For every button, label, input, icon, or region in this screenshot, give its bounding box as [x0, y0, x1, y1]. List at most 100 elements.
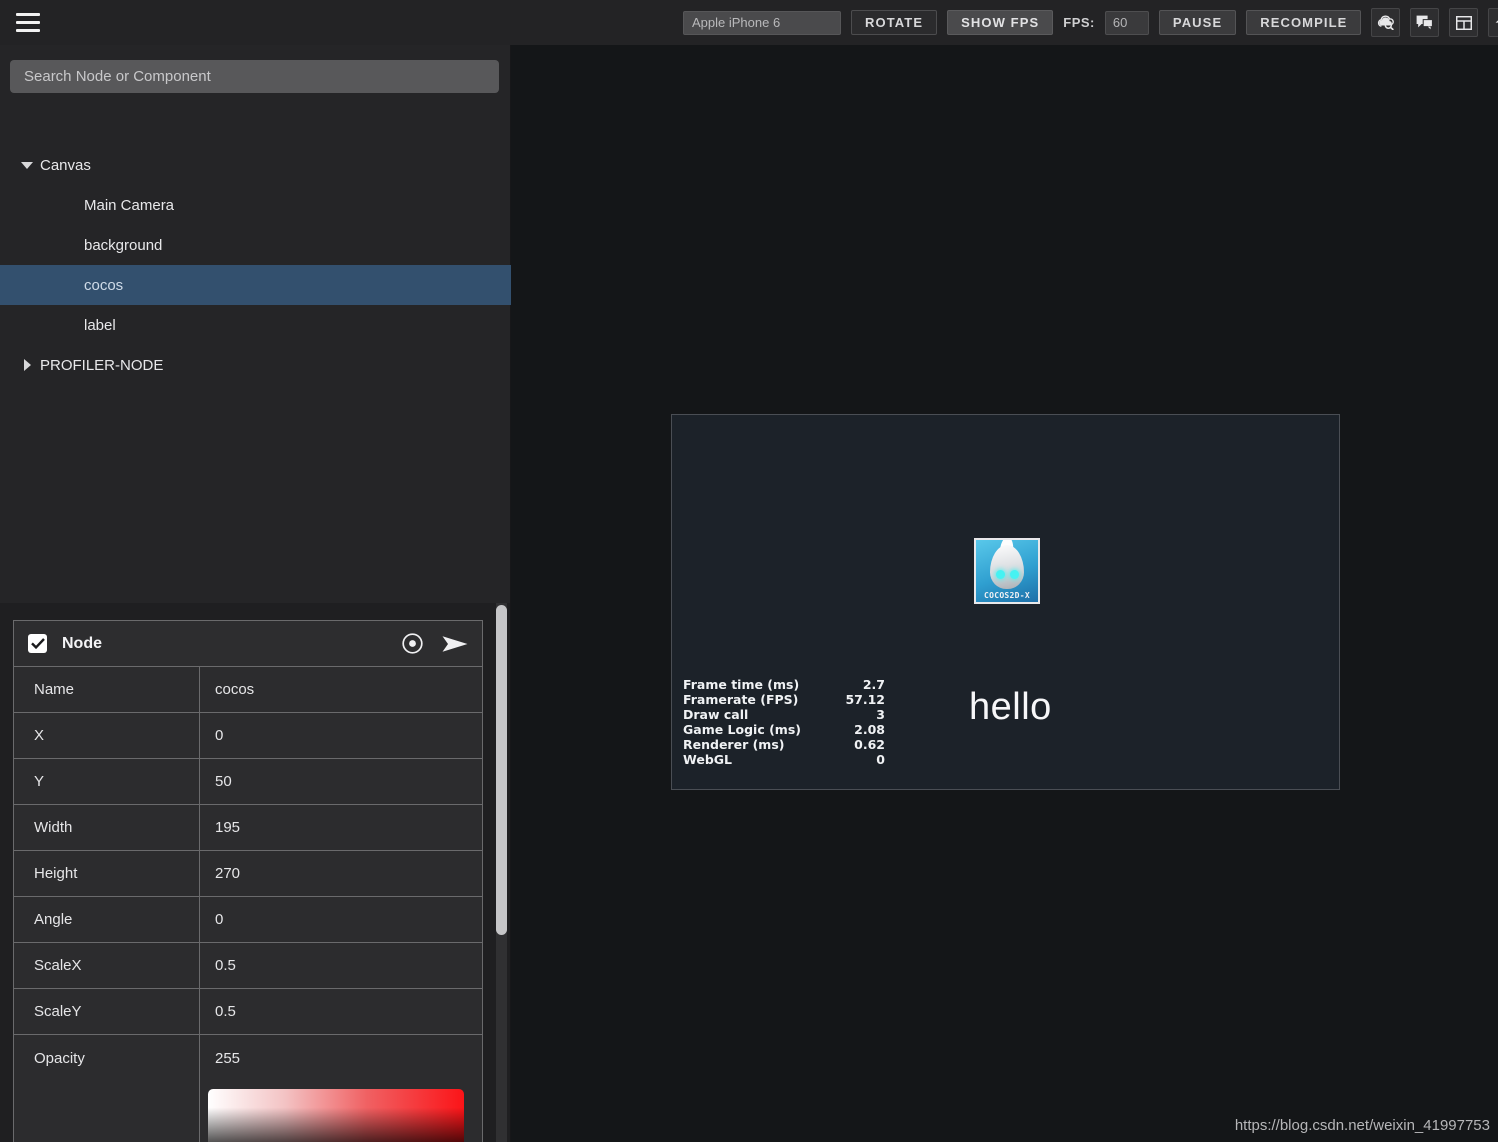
profiler-stat-value: 2.7: [862, 677, 885, 692]
profiler-stat-row: Framerate (FPS) 57.12: [683, 692, 885, 707]
property-row-name: Name cocos: [14, 667, 482, 713]
recompile-button[interactable]: RECOMPILE: [1246, 10, 1362, 35]
tree-node-canvas[interactable]: Canvas: [0, 145, 511, 185]
fps-input[interactable]: 60: [1104, 10, 1149, 35]
profiler-stat-value: 2.08: [854, 722, 885, 737]
profiler-stat-row: Draw call 3: [683, 707, 885, 722]
property-value-input[interactable]: 255: [200, 1035, 482, 1081]
profiler-stat-value: 57.12: [845, 692, 885, 707]
property-key: Height: [14, 851, 200, 896]
sprite-eye-right: [1010, 570, 1019, 579]
property-key: ScaleY: [14, 989, 200, 1034]
device-select[interactable]: Apple iPhone 6: [683, 10, 841, 35]
tree-node-cocos[interactable]: cocos: [0, 265, 511, 305]
property-value-input[interactable]: 0.5: [200, 989, 482, 1034]
pause-button[interactable]: PAUSE: [1158, 10, 1237, 35]
property-row-x: X0: [14, 713, 482, 759]
node-enabled-checkbox[interactable]: [28, 634, 47, 653]
color-property-key: [14, 1081, 200, 1142]
profiler-stat-row: Frame time (ms) 2.7: [683, 677, 885, 692]
inspector-header-actions: [401, 632, 468, 655]
property-value-input[interactable]: 0.5: [200, 943, 482, 988]
hamburger-menu-icon[interactable]: [14, 8, 42, 36]
node-component-title: Node: [62, 634, 102, 652]
property-key: Width: [14, 805, 200, 850]
fps-input-value: 60: [1112, 15, 1128, 30]
profiler-stat-value: 0.62: [854, 737, 885, 752]
profiler-stat-row: WebGL 0: [683, 752, 885, 767]
property-key: Y: [14, 759, 200, 804]
chevron-down-icon[interactable]: [20, 158, 34, 172]
sprite-creature-body: [990, 545, 1024, 589]
target-locate-icon[interactable]: [401, 632, 424, 655]
inspector-panel: Node Name cocos X 0 Y 50 Width 195 Heigh…: [0, 603, 511, 1142]
preview-stage: COCOS2D-X Frame time (ms) 2.7 Framerate (F…: [511, 45, 1498, 1142]
tree-node-label: Main Camera: [84, 196, 175, 214]
property-value-input[interactable]: cocos: [200, 667, 482, 712]
device-select-value: Apple iPhone 6: [692, 15, 781, 30]
show-fps-button[interactable]: SHOW FPS: [947, 10, 1054, 35]
hamburger-line: [16, 12, 40, 16]
fps-label: FPS:: [1063, 15, 1095, 30]
tree-node-label: cocos: [84, 276, 124, 294]
tree-node-main-camera[interactable]: Main Camera: [0, 185, 511, 225]
hello-label: hello: [969, 686, 1052, 728]
property-row-angle: Angle 0: [14, 897, 482, 943]
grid-layout-icon[interactable]: [1449, 8, 1479, 37]
top-toolbar: Apple iPhone 6 ROTATE SHOW FPS FPS: 60 P…: [0, 0, 1498, 45]
game-canvas[interactable]: COCOS2D-X Frame time (ms) 2.7 Framerate (F…: [671, 414, 1340, 790]
rotate-button[interactable]: ROTATE: [851, 10, 938, 35]
profiler-stat-value: 3: [876, 707, 885, 722]
property-value-input[interactable]: 0: [200, 897, 482, 942]
property-row-height: Height 270: [14, 851, 482, 897]
property-row-opacity: Opacity 255: [14, 1035, 482, 1081]
property-value-input[interactable]: 270: [200, 851, 482, 896]
property-row-scaley: ScaleY 0.5: [14, 989, 482, 1035]
tree-node-profiler-node[interactable]: PROFILER-NODE: [0, 345, 511, 385]
property-value-input[interactable]: 0: [200, 713, 482, 758]
hierarchy-panel: Search Node or Component Canvas Main Came…: [0, 45, 511, 603]
property-value-input[interactable]: 50: [200, 759, 482, 804]
property-key: Opacity: [14, 1035, 200, 1081]
hamburger-line: [16, 28, 40, 32]
tree-node-label: PROFILER-NODE: [40, 356, 164, 374]
property-row-width: Width 195: [14, 805, 482, 851]
chat-bubble-icon[interactable]: [1410, 8, 1440, 37]
color-property-value: [200, 1081, 482, 1142]
property-value-input[interactable]: 195: [200, 805, 482, 850]
profiler-stat-name: Frame time (ms): [683, 677, 800, 692]
profiler-stat-name: Framerate (FPS): [683, 692, 799, 707]
profiler-stat-row: Game Logic (ms) 2.08: [683, 722, 885, 737]
tree-node-label[interactable]: label: [0, 305, 511, 345]
chevron-right-icon[interactable]: [20, 358, 34, 372]
search-placeholder: Search Node or Component: [24, 68, 211, 85]
inspector-scrollbar-thumb[interactable]: [496, 605, 507, 935]
color-property-row: [14, 1081, 482, 1142]
profiler-stat-row: Renderer (ms) 0.62: [683, 737, 885, 752]
color-picker-swatch[interactable]: [208, 1089, 464, 1142]
cloud-inspect-icon[interactable]: [1371, 8, 1401, 37]
send-arrow-icon[interactable]: [442, 634, 468, 654]
tree-node-label: background: [84, 236, 163, 254]
node-component-header: Node: [14, 621, 482, 667]
profiler-stats: Frame time (ms) 2.7 Framerate (FPS) 57.12 Dr…: [683, 677, 885, 767]
node-properties-list: Name cocos X 0 Y 50 Width 195 Height 270 Angle 0 Sca…: [14, 667, 482, 1081]
home-icon[interactable]: [1488, 8, 1498, 37]
property-key: X: [14, 713, 200, 758]
property-row-y: Y 50: [14, 759, 482, 805]
cocos-logo-sprite: COCOS2D-X: [974, 538, 1040, 604]
profiler-stat-value: 0: [876, 752, 885, 767]
profiler-stat-name: Renderer (ms): [683, 737, 785, 752]
tree-node-label: Canvas: [40, 156, 91, 174]
tree-node-label: label: [84, 316, 116, 334]
hamburger-line: [16, 20, 40, 24]
property-key: Name: [14, 667, 200, 712]
profiler-stat-name: Draw call: [683, 707, 749, 722]
node-component-card: Node Name cocos X 0 Y 50 Width 195 Heigh…: [13, 620, 483, 1142]
search-input[interactable]: Search Node or Component: [10, 60, 499, 93]
property-key: ScaleX: [14, 943, 200, 988]
tree-node-background[interactable]: background: [0, 225, 511, 265]
